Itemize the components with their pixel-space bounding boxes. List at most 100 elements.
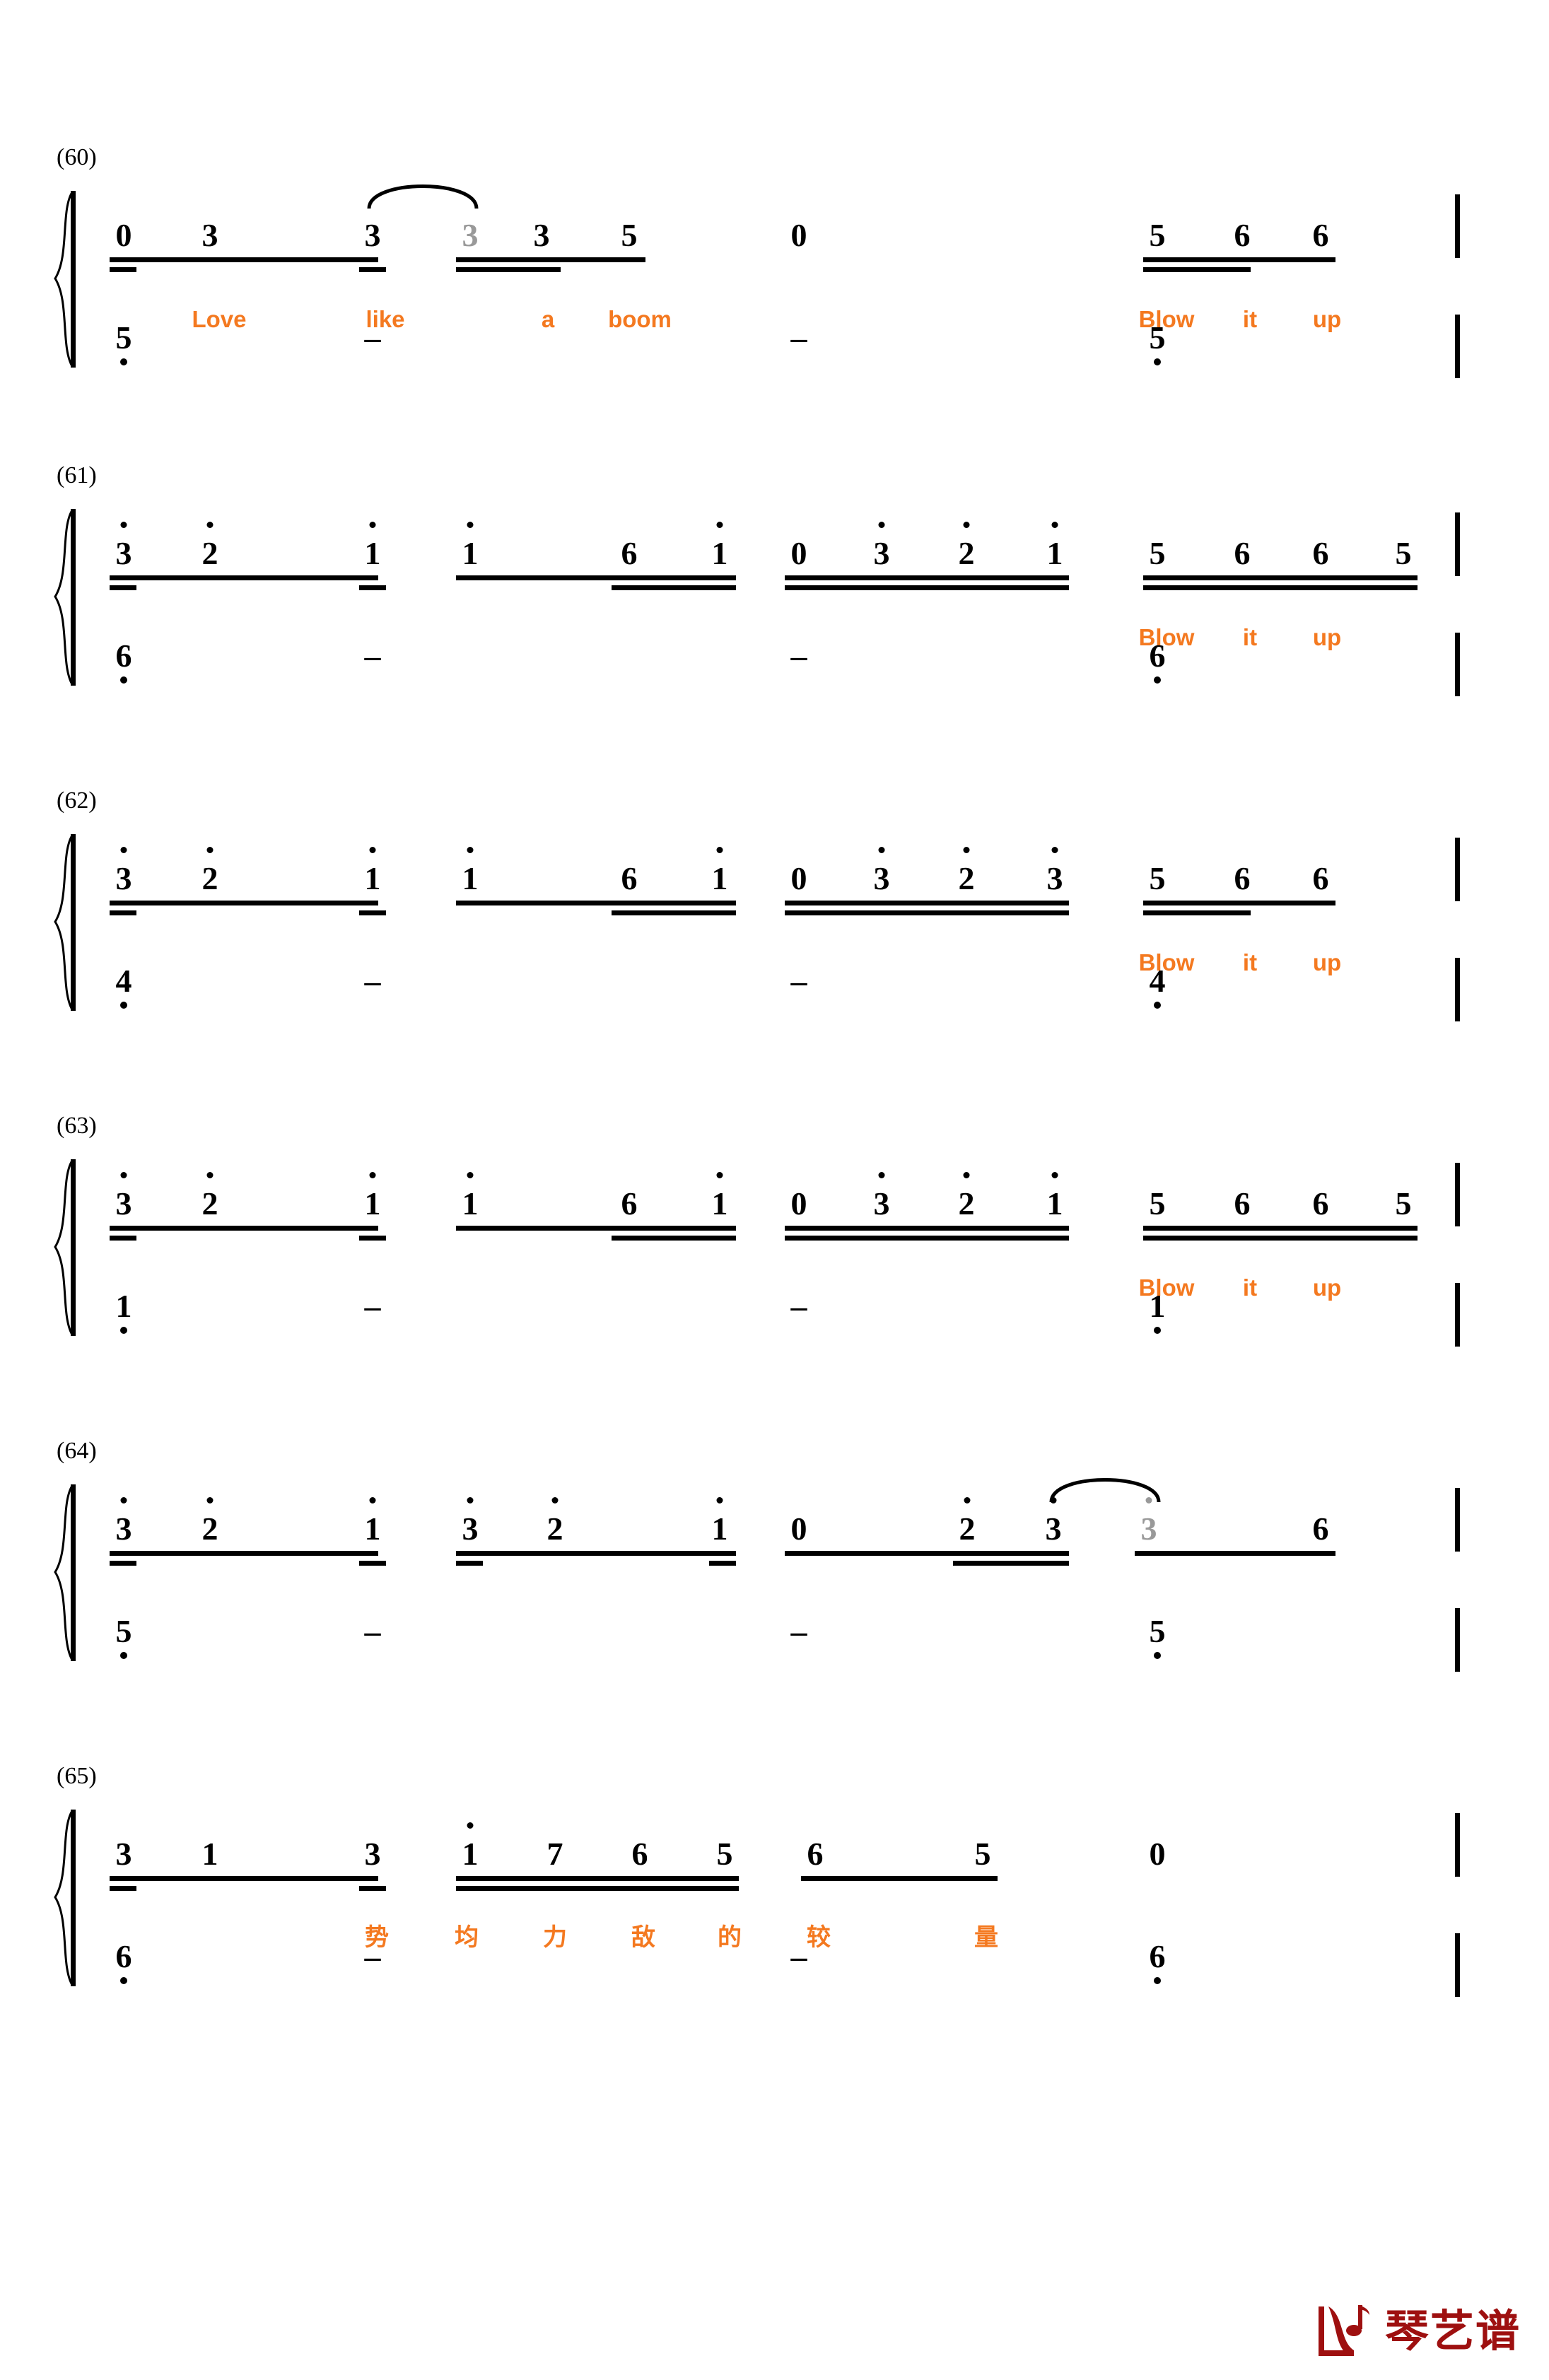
note-number: 1: [364, 535, 381, 571]
lyric-syllable: Love: [192, 306, 247, 332]
note-number: 6: [621, 1185, 638, 1221]
system-left-bar: [71, 191, 76, 368]
octave-dot-high: [878, 847, 885, 853]
octave-dot-low: [120, 358, 127, 365]
octave-dot-high: [964, 1497, 971, 1503]
note-number: 5: [1149, 217, 1166, 253]
lyric-syllable: 较: [807, 1923, 831, 1952]
beam-sub: [612, 910, 736, 915]
note-number: 5: [1149, 535, 1166, 571]
note-number: 2: [201, 535, 218, 571]
beam: [456, 1551, 736, 1556]
note-number: 6: [621, 860, 638, 896]
note-number: 3: [364, 217, 381, 253]
tie-arc: [1048, 1468, 1162, 1503]
octave-dot-low: [1154, 1652, 1161, 1659]
lyric-syllable: 均: [455, 1923, 479, 1952]
note-number: 1: [462, 1836, 479, 1872]
note-number: 1: [364, 860, 381, 896]
note-number: 0: [1149, 1836, 1166, 1872]
note-number: 1: [462, 535, 479, 571]
octave-dot-high: [1145, 1497, 1152, 1503]
note-number: 4: [115, 963, 132, 999]
note-number: 3: [873, 1185, 890, 1221]
barline: [1455, 1163, 1460, 1226]
note-number: 5: [1149, 1185, 1166, 1221]
note-sustain-dash: –: [790, 1938, 807, 1974]
note-number: 3: [533, 217, 550, 253]
octave-dot-high: [1051, 1172, 1058, 1178]
note-number: 0: [790, 1511, 807, 1547]
lyric-syllable: Blow: [1138, 949, 1195, 975]
beam-sub: [110, 585, 136, 590]
system-left-bar: [71, 1484, 76, 1661]
note-number: 5: [1395, 1185, 1412, 1221]
note-number: 1: [364, 1185, 381, 1221]
lyric-syllable: 敌: [631, 1923, 655, 1952]
octave-dot-high: [369, 1497, 376, 1503]
octave-dot-high: [963, 1172, 970, 1178]
note-number: 6: [1234, 1185, 1251, 1221]
beam: [1143, 1226, 1418, 1231]
beam-sub: [359, 585, 386, 590]
measure-number: (60): [57, 144, 97, 170]
lyric-syllable: up: [1312, 1274, 1342, 1301]
octave-dot-low: [1154, 1002, 1161, 1009]
octave-dot-high: [467, 847, 474, 853]
lyric-syllable: up: [1312, 306, 1342, 332]
octave-dot-high: [206, 1172, 214, 1178]
note-number: 7: [546, 1836, 563, 1872]
note-number: 1: [711, 1185, 728, 1221]
octave-dot-high: [716, 1172, 723, 1178]
note-number: 3: [115, 1511, 132, 1547]
note-number: 5: [1395, 535, 1412, 571]
barline: [1455, 1933, 1460, 1997]
note-number: 1: [1046, 1185, 1063, 1221]
octave-dot-high: [120, 1172, 127, 1178]
lyric-syllable: it: [1242, 1274, 1258, 1301]
note-number: 3: [115, 860, 132, 896]
beam-sub: [359, 1561, 386, 1566]
octave-dot-high: [1050, 1497, 1057, 1503]
beam: [1143, 901, 1335, 905]
beam-sub: [953, 1561, 1069, 1566]
beam-sub: [709, 1561, 736, 1566]
note-number: 1: [364, 1511, 381, 1547]
measure-number: (64): [57, 1438, 97, 1464]
beam-sub: [1143, 910, 1251, 915]
note-number: 0: [115, 217, 132, 253]
note-number: 6: [1312, 860, 1329, 896]
note-number: 6: [115, 1938, 132, 1974]
note-number: 5: [974, 1836, 991, 1872]
lyric-syllable: 量: [974, 1923, 998, 1952]
beam: [456, 257, 645, 262]
note-number: 2: [201, 1511, 218, 1547]
note-sustain-dash: –: [364, 1288, 381, 1324]
beam-sub: [110, 910, 136, 915]
beam: [785, 575, 1069, 580]
note-number: 5: [716, 1836, 733, 1872]
beam-sub: [785, 910, 1069, 915]
octave-dot-high: [716, 847, 723, 853]
barline: [1455, 1813, 1460, 1877]
note-number: 5: [1149, 1613, 1166, 1649]
barline: [1455, 1488, 1460, 1552]
note-sustain-dash: –: [364, 1613, 381, 1649]
note-number: 6: [1312, 1511, 1329, 1547]
beam: [110, 575, 378, 580]
beam: [785, 901, 1069, 905]
site-logo[interactable]: 琴艺谱: [1314, 2304, 1521, 2359]
measure-number: (63): [57, 1113, 97, 1139]
note-number: 6: [1234, 217, 1251, 253]
note-number: 2: [958, 535, 975, 571]
piano-music-note-icon: [1318, 2305, 1369, 2356]
note-number: 3: [462, 1511, 479, 1547]
octave-dot-high: [878, 1172, 885, 1178]
beam-sub: [359, 1886, 386, 1891]
note-number: 6: [1312, 535, 1329, 571]
octave-dot-high: [1051, 522, 1058, 528]
octave-dot-high: [120, 1497, 127, 1503]
note-number: 6: [115, 638, 132, 674]
note-number: 0: [790, 217, 807, 253]
octave-dot-high: [369, 1172, 376, 1178]
